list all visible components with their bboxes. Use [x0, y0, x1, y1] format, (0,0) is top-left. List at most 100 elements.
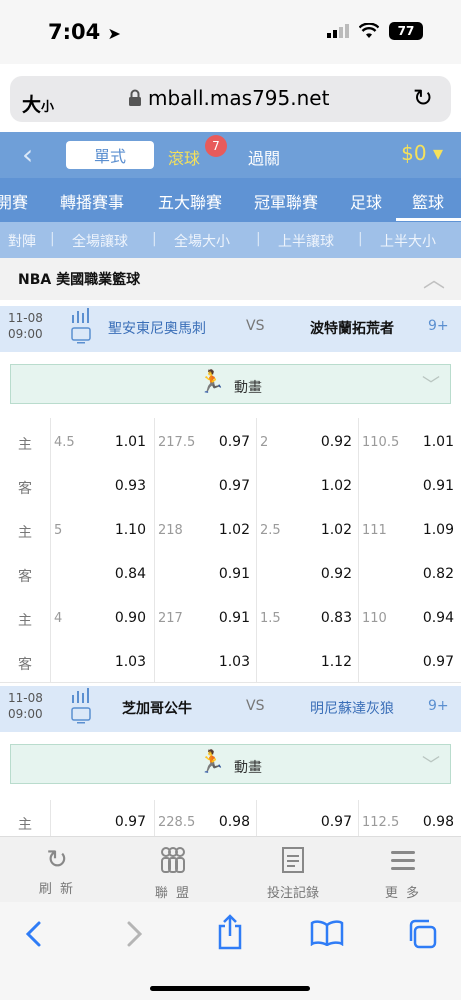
forward-icon[interactable]	[124, 920, 144, 948]
animation-toggle[interactable]	[10, 364, 451, 404]
odds-value[interactable]: 1.03	[200, 654, 250, 670]
divider	[358, 550, 359, 594]
category-top5[interactable]: 五大聯賽	[158, 189, 222, 213]
category-football[interactable]: 足球	[350, 189, 382, 213]
odds-value[interactable]: 1.02	[302, 478, 352, 494]
players-icon	[161, 847, 185, 873]
divider	[358, 594, 359, 638]
animation-label: 動畫	[234, 760, 262, 776]
handicap-value: 218	[158, 523, 183, 538]
odds-value[interactable]: 1.01	[96, 434, 146, 450]
side-home: 主	[18, 817, 32, 833]
side-away: 客	[18, 481, 32, 497]
odds-value[interactable]: 1.01	[404, 434, 454, 450]
odds-value[interactable]: 0.92	[302, 566, 352, 582]
odds-value[interactable]: 0.91	[200, 566, 250, 582]
tab-parlay[interactable]: 過關	[248, 145, 280, 169]
refresh-label: 刷 新	[38, 882, 76, 897]
odds-value[interactable]: 0.82	[404, 566, 454, 582]
odds-value[interactable]: 0.97	[96, 814, 146, 830]
odds-value[interactable]: 0.84	[96, 566, 146, 582]
odds-value[interactable]: 0.98	[200, 814, 250, 830]
subtab-half-overunder[interactable]: 上半大小	[380, 231, 436, 251]
collapse-chevron-icon[interactable]: ︿	[423, 262, 445, 294]
divider	[154, 506, 155, 550]
handicap-value: 111	[362, 523, 387, 538]
subtab-full-overunder[interactable]: 全場大小	[174, 231, 230, 251]
odds-value[interactable]: 1.03	[96, 654, 146, 670]
odds-value[interactable]: 1.02	[200, 522, 250, 538]
divider	[358, 418, 359, 462]
match-datetime: 11-08 09:00	[8, 691, 43, 721]
divider	[256, 594, 257, 638]
divider	[256, 550, 257, 594]
divider	[358, 462, 359, 506]
divider	[50, 800, 51, 836]
odds-value[interactable]: 0.97	[302, 814, 352, 830]
subtab-matchup[interactable]: 對陣	[8, 231, 36, 251]
odds-value[interactable]: 1.02	[302, 522, 352, 538]
stats-tv-icon[interactable]	[70, 687, 92, 727]
side-home: 主	[18, 613, 32, 629]
bet-records-button[interactable]: 投注記錄	[254, 846, 332, 901]
handicap-value: 217	[158, 611, 183, 626]
divider	[154, 418, 155, 462]
animation-toggle[interactable]	[10, 744, 451, 784]
odds-value[interactable]: 0.92	[302, 434, 352, 450]
category-broadcast[interactable]: 轉播賽事	[60, 189, 124, 213]
text-size-button[interactable]: 大小	[22, 90, 54, 117]
side-home: 主	[18, 525, 32, 541]
divider	[358, 638, 359, 682]
odds-value[interactable]: 0.98	[404, 814, 454, 830]
stats-tv-icon[interactable]	[70, 307, 92, 347]
side-home: 主	[18, 437, 32, 453]
odds-value[interactable]: 0.91	[200, 610, 250, 626]
divider	[50, 550, 51, 594]
odds-value[interactable]: 0.97	[200, 434, 250, 450]
league-button[interactable]: 聯 盟	[138, 846, 208, 901]
home-team: 聖安東尼奧馬刺	[108, 321, 206, 337]
chevron-down-icon[interactable]: ﹀	[422, 751, 440, 777]
more-markets-link[interactable]: 9+	[428, 318, 449, 334]
chevron-down-icon[interactable]: ﹀	[422, 371, 440, 397]
odds-value[interactable]: 0.90	[96, 610, 146, 626]
url-text[interactable]: mball.mas795.net	[128, 86, 329, 110]
handicap-value: 1.5	[260, 611, 281, 626]
bookmarks-icon[interactable]	[310, 920, 344, 946]
more-markets-link[interactable]: 9+	[428, 698, 449, 714]
league-label: 聯 盟	[154, 886, 192, 901]
divider	[358, 506, 359, 550]
lock-icon	[129, 89, 141, 106]
odds-value[interactable]: 0.97	[404, 654, 454, 670]
category-started[interactable]: 開賽	[0, 189, 28, 213]
subtab-full-handicap[interactable]: 全場讓球	[72, 231, 128, 251]
home-indicator	[150, 986, 310, 991]
back-chevron-icon[interactable]: ‹	[22, 138, 33, 171]
subtab-half-handicap[interactable]: 上半讓球	[278, 231, 334, 251]
odds-value[interactable]: 0.91	[404, 478, 454, 494]
category-basketball[interactable]: 籃球	[412, 189, 444, 213]
handicap-value: 228.5	[158, 815, 196, 830]
odds-value[interactable]: 0.93	[96, 478, 146, 494]
odds-value[interactable]: 1.12	[302, 654, 352, 670]
divider	[256, 506, 257, 550]
balance-dropdown[interactable]: $0 ▾	[401, 141, 443, 165]
back-icon[interactable]	[24, 920, 44, 948]
odds-value[interactable]: 0.97	[200, 478, 250, 494]
reload-icon[interactable]: ↻	[413, 84, 433, 112]
handicap-value: 110	[362, 611, 387, 626]
handicap-value: 217.5	[158, 435, 196, 450]
animation-label: 動畫	[234, 380, 262, 396]
more-button[interactable]: 更 多	[368, 846, 438, 901]
odds-value[interactable]: 0.94	[404, 610, 454, 626]
category-champions[interactable]: 冠軍聯賽	[254, 189, 318, 213]
odds-value[interactable]: 1.10	[96, 522, 146, 538]
tab-live[interactable]: 滾球	[168, 145, 200, 169]
tabs-icon[interactable]	[406, 918, 438, 950]
tab-single[interactable]: 單式	[66, 141, 154, 169]
odds-value[interactable]: 1.09	[404, 522, 454, 538]
share-icon[interactable]	[216, 914, 244, 950]
odds-value[interactable]: 0.83	[302, 610, 352, 626]
refresh-button[interactable]: ↻ 刷 新	[22, 846, 92, 897]
divider	[256, 462, 257, 506]
